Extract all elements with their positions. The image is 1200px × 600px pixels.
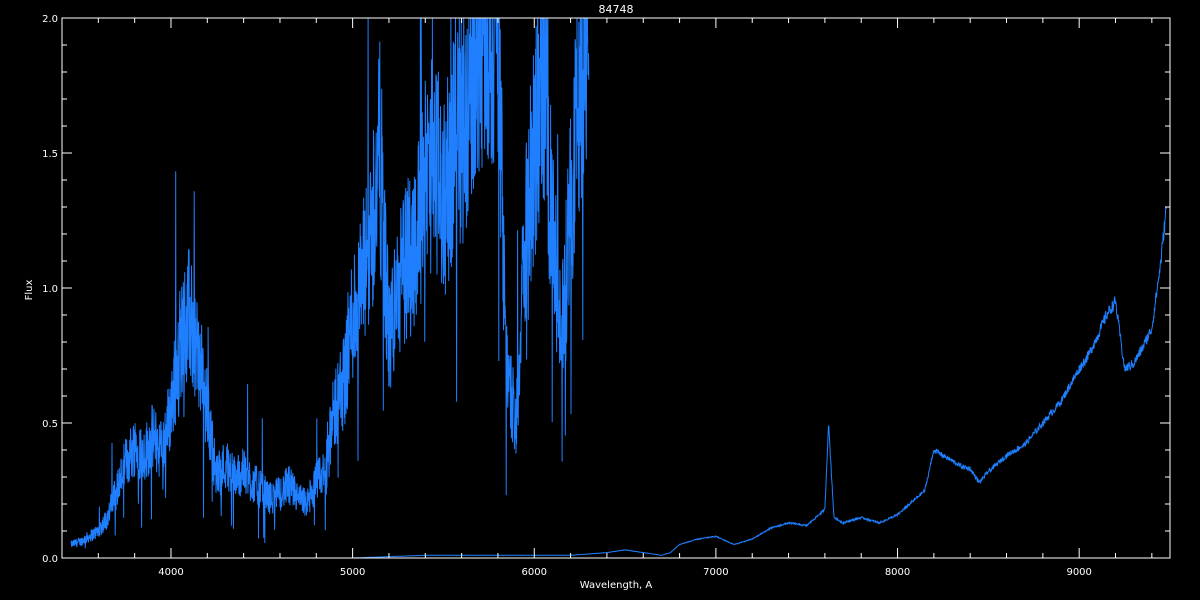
x-tick-label: 6000 xyxy=(522,567,547,578)
y-axis-label: Flux xyxy=(24,280,35,301)
y-tick-label: 0.0 xyxy=(42,554,58,565)
x-axis-label: Wavelength, A xyxy=(580,580,653,591)
y-tick-label: 0.5 xyxy=(42,419,58,430)
x-tick-label: 7000 xyxy=(703,567,728,578)
chart-title: 84748 xyxy=(599,3,634,16)
x-tick-label: 4000 xyxy=(158,567,183,578)
y-tick-label: 1.5 xyxy=(42,149,58,160)
spectrum-chart: 4000 5000 6000 7000 8000 9000 0.0 0.5 1.0 1.5 2.0… xyxy=(0,0,1200,600)
x-tick-label: 5000 xyxy=(340,567,365,578)
y-tick-label: 2.0 xyxy=(42,14,58,25)
x-tick-label: 8000 xyxy=(885,567,910,578)
y-tick-label: 1.0 xyxy=(42,284,58,295)
x-tick-label: 9000 xyxy=(1066,567,1091,578)
